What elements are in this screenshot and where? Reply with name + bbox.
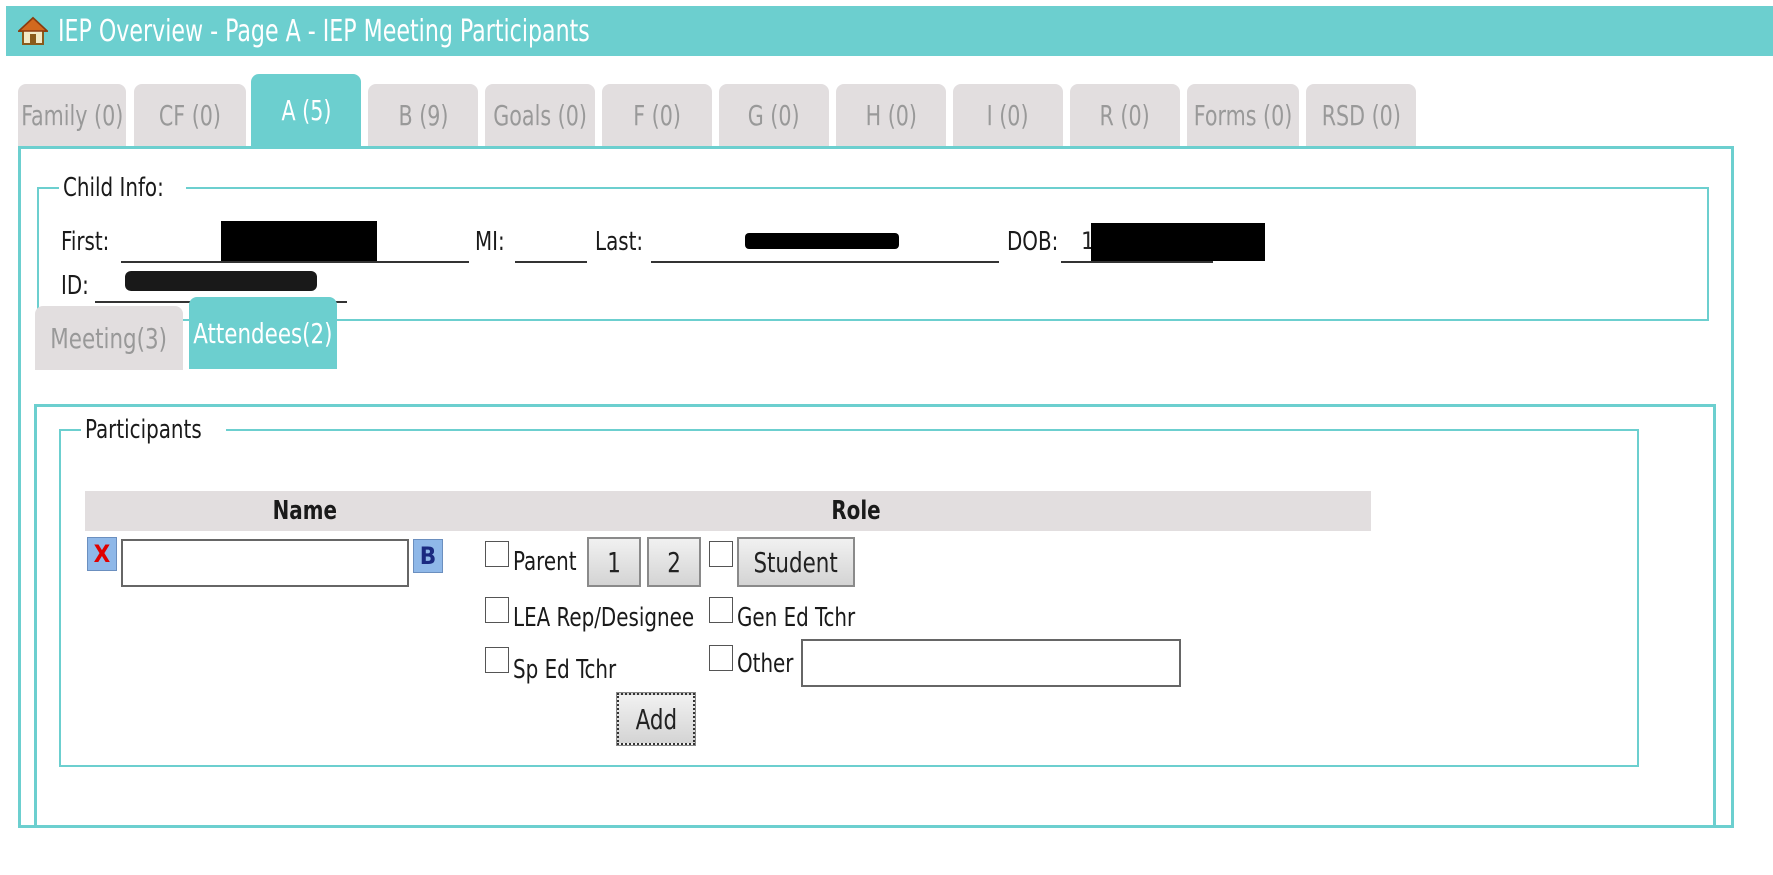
tab-a[interactable]: A (5) [251, 74, 361, 146]
first-field [121, 261, 469, 263]
home-icon[interactable] [16, 16, 50, 46]
other-checkbox[interactable] [709, 645, 733, 671]
participants-legend: Participants [85, 415, 202, 445]
browse-participant-button[interactable]: B [413, 539, 443, 573]
subtab-meeting[interactable]: Meeting(3) [35, 306, 183, 370]
page-title: IEP Overview - Page A - IEP Meeting Part… [58, 13, 590, 49]
lea-rep-checkbox[interactable] [485, 597, 509, 623]
last-field [651, 261, 999, 263]
tab-f[interactable]: F (0) [602, 84, 712, 146]
participant-name-input[interactable] [121, 539, 409, 587]
dob-field [1061, 261, 1213, 263]
other-label: Other [737, 649, 794, 679]
child-info-legend: Child Info: [63, 173, 164, 203]
last-label: Last: [595, 227, 644, 257]
gen-ed-label: Gen Ed Tchr [737, 603, 856, 633]
parent-checkbox[interactable] [485, 541, 509, 567]
add-participant-button[interactable]: Add [616, 692, 696, 746]
tab-g[interactable]: G (0) [719, 84, 829, 146]
tab-family[interactable]: Family (0) [18, 84, 126, 146]
gen-ed-checkbox[interactable] [709, 597, 733, 623]
role-column-header: Role [831, 496, 881, 526]
dob-label: DOB: [1007, 227, 1059, 257]
student-button[interactable]: Student [737, 537, 855, 587]
id-redaction [125, 271, 317, 291]
parent-label: Parent [513, 547, 577, 577]
remove-participant-button[interactable]: X [87, 537, 117, 571]
tab-goals[interactable]: Goals (0) [485, 84, 595, 146]
sp-ed-label: Sp Ed Tchr [513, 655, 617, 685]
participants-header: Name Role [85, 491, 1371, 531]
mi-label: MI: [475, 227, 505, 257]
first-label: First: [61, 227, 110, 257]
parent-2-button[interactable]: 2 [647, 537, 701, 587]
sp-ed-checkbox[interactable] [485, 647, 509, 673]
dob-redaction [1091, 223, 1265, 261]
tab-r[interactable]: R (0) [1070, 84, 1180, 146]
tab-h[interactable]: H (0) [836, 84, 946, 146]
participants-section: Participants Name Role X B Parent 1 2 St… [59, 417, 1639, 767]
tab-b[interactable]: B (9) [368, 84, 478, 146]
tab-forms[interactable]: Forms (0) [1187, 84, 1299, 146]
tab-cf[interactable]: CF (0) [134, 84, 246, 146]
attendees-panel: Participants Name Role X B Parent 1 2 St… [34, 404, 1716, 828]
subtab-attendees[interactable]: Attendees(2) [189, 297, 337, 369]
tab-rsd[interactable]: RSD (0) [1306, 84, 1416, 146]
id-label: ID: [61, 271, 89, 301]
lea-rep-label: LEA Rep/Designee [513, 603, 695, 633]
last-redaction [745, 233, 899, 249]
title-bar: IEP Overview - Page A - IEP Meeting Part… [6, 6, 1773, 56]
first-redaction [221, 221, 377, 261]
name-column-header: Name [272, 496, 337, 526]
student-checkbox[interactable] [709, 541, 733, 567]
parent-1-button[interactable]: 1 [587, 537, 641, 587]
other-role-input[interactable] [801, 639, 1181, 687]
tab-i[interactable]: I (0) [953, 84, 1063, 146]
mi-field [515, 261, 587, 263]
